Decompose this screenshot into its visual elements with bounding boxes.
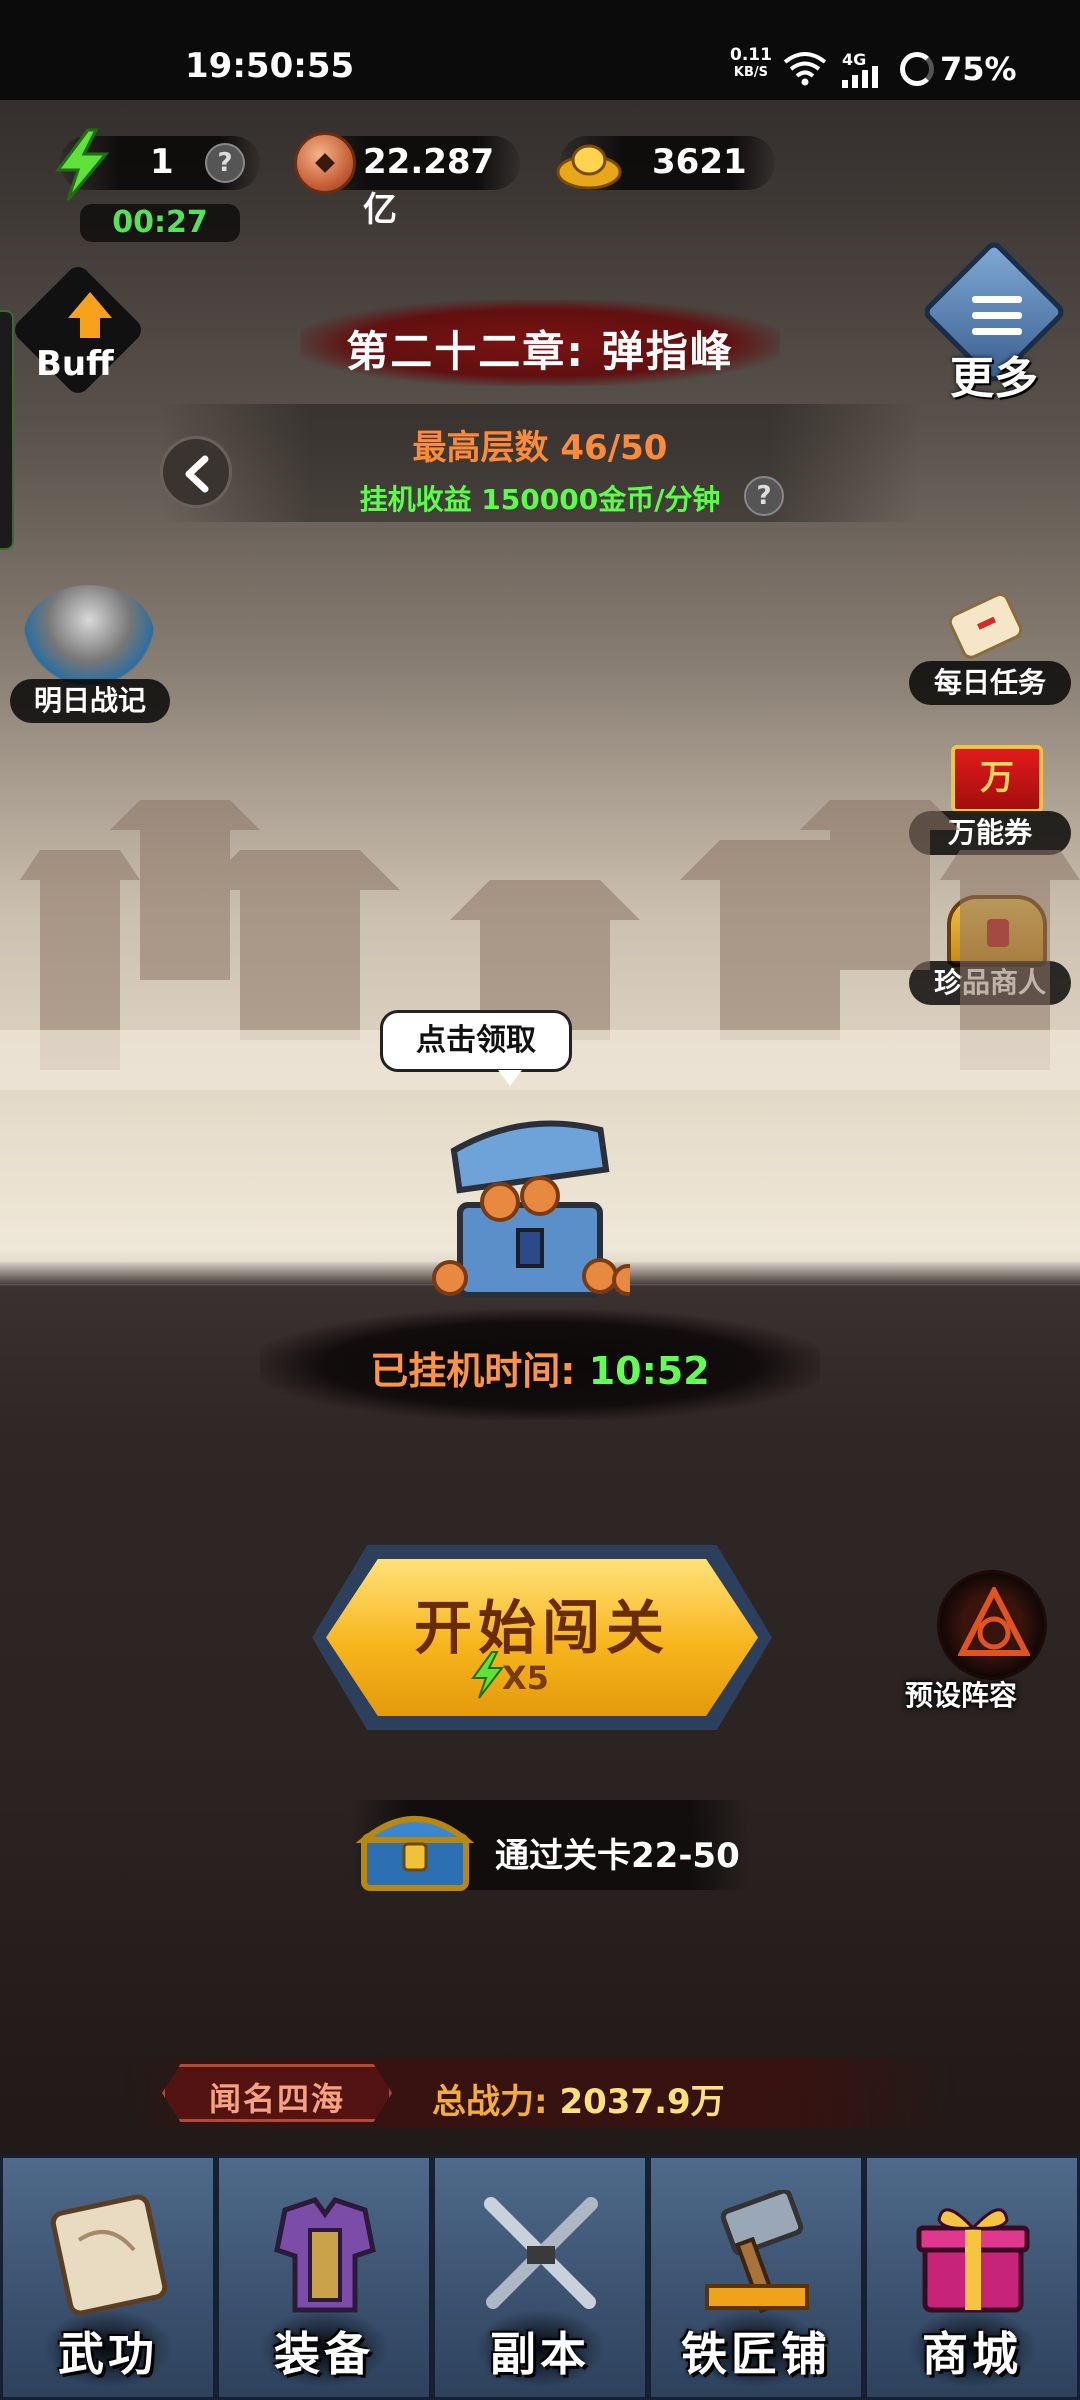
menu-icon	[972, 296, 1022, 344]
nav-shop[interactable]: 商城	[864, 2155, 1080, 2400]
energy-timer: 00:27	[80, 204, 240, 242]
triangle-emblem-icon	[937, 1570, 1047, 1680]
preset-lineup-label: 预设阵容	[905, 1679, 1018, 1712]
nav-equipment-label: 装备	[274, 2327, 374, 2381]
lightning-icon	[471, 1651, 504, 1699]
wifi-icon	[783, 52, 827, 86]
blue-gold-chest-icon	[356, 1816, 474, 1891]
idle-time: 已挂机时间: 10:52	[370, 1349, 710, 1393]
energy-value: 1	[150, 142, 174, 182]
total-power: 总战力: 2037.9万	[432, 2082, 725, 2122]
hammer-icon	[705, 2190, 809, 2314]
max-floor: 最高层数 46/50	[412, 428, 668, 468]
nav-equipment[interactable]: 装备	[216, 2155, 432, 2400]
signal-icon	[842, 66, 878, 88]
bottom-nav: 武功 装备 副本 铁匠铺 商城	[0, 2155, 1080, 2400]
chevron-left-icon	[185, 455, 209, 493]
ninja-portrait-icon	[24, 585, 154, 685]
armor-icon	[274, 2197, 376, 2313]
tomorrow-record-label: 明日战记	[10, 679, 170, 723]
gift-box-icon	[916, 2208, 1030, 2313]
crossed-swords-icon	[484, 2197, 598, 2309]
side-drawer-handle[interactable]	[0, 310, 14, 550]
nav-blacksmith-label: 铁匠铺	[681, 2327, 831, 2381]
coin-value: 22.287亿	[363, 142, 495, 230]
buff-button[interactable]: Buff	[10, 262, 146, 398]
up-arrow-icon	[68, 292, 112, 318]
nav-shop-label: 商城	[922, 2327, 1022, 2381]
nav-dungeon-label: 副本	[490, 2327, 590, 2381]
more-label: 更多	[950, 353, 1038, 404]
ingot-value: 3621	[652, 142, 747, 182]
start-challenge-button[interactable]: 开始闯关 X5	[312, 1545, 772, 1730]
nav-martial-arts[interactable]: 武功	[0, 2155, 216, 2400]
start-energy-cost: X5	[502, 1659, 549, 1697]
daily-tasks-label: 每日任务	[909, 661, 1071, 705]
status-bar: 19:50:55 0.11 KB/S 4G 75%	[0, 0, 1080, 100]
claim-bubble[interactable]: 点击领取	[380, 1010, 572, 1072]
battery-ring-icon	[900, 52, 934, 86]
energy-help-icon[interactable]: ?	[205, 143, 245, 183]
scroll-icon	[948, 593, 1023, 659]
total-power-value: 2037.9万	[559, 2082, 725, 2122]
nav-blacksmith[interactable]: 铁匠铺	[648, 2155, 864, 2400]
chapter-title: 第二十二章: 弹指峰	[346, 327, 734, 376]
start-challenge-label: 开始闯关	[413, 1594, 670, 1662]
nav-martial-arts-label: 武功	[58, 2327, 158, 2381]
fame-title: 闻名四海	[208, 2080, 345, 2118]
game-screen: 19:50:55 0.11 KB/S 4G 75% 1 ? 00:27 22.2…	[0, 0, 1080, 2400]
status-time: 19:50:55	[185, 46, 355, 86]
more-button[interactable]: 更多	[920, 238, 1070, 404]
scroll-book-icon	[50, 2194, 168, 2316]
nav-dungeon[interactable]: 副本	[432, 2155, 648, 2400]
income-help-icon[interactable]: ?	[744, 476, 784, 516]
tomorrow-record-button[interactable]: 明日战记	[10, 585, 170, 725]
clear-reward-label: 通过关卡22-50	[495, 1836, 740, 1876]
battery-level: 75%	[940, 50, 1017, 88]
preset-lineup-button[interactable]: 预设阵容	[905, 1570, 1075, 1720]
idle-income: 挂机收益 150000金币/分钟	[359, 483, 721, 516]
gold-ingot-icon	[556, 144, 622, 190]
daily-tasks-button[interactable]: 每日任务	[905, 585, 1075, 715]
network-speed: 0.11 KB/S	[730, 45, 772, 80]
back-button[interactable]	[160, 436, 232, 508]
idle-reward-chest-icon[interactable]	[430, 1110, 630, 1310]
copper-coin-icon	[294, 132, 356, 194]
buff-label: Buff	[36, 344, 114, 384]
lightning-icon	[55, 128, 110, 201]
idle-time-value: 10:52	[588, 1349, 710, 1393]
